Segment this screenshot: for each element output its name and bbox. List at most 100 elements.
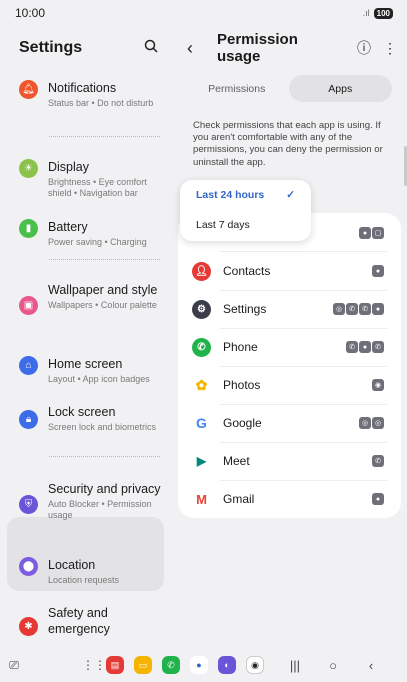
permission-icons: ● — [372, 265, 384, 277]
app-drawer-icon[interactable]: ⋮⋮⋮ — [82, 658, 118, 672]
contacts-permission-icon: ● — [372, 303, 384, 315]
item-subtitle: Brightness • Eye comfort shield • Naviga… — [48, 177, 147, 198]
settings-item-notifications[interactable]: 🔔︎ Notifications Status bar • Do not dist… — [0, 80, 172, 136]
status-time: 10:00 — [15, 6, 46, 20]
contacts-icon: 👤︎ — [192, 261, 211, 281]
item-subtitle: Wallpapers • Colour palette — [48, 300, 157, 310]
phone-permission-icon: ✆ — [346, 303, 358, 315]
location-permission-icon: ◎ — [372, 417, 384, 429]
camera-icon: ▢ — [372, 227, 384, 239]
dock-app-notes-icon[interactable]: ▤ — [106, 656, 124, 674]
dock-app-phone-icon[interactable]: ✆ — [162, 656, 180, 674]
battery-badge: 100 — [373, 7, 393, 19]
item-title: Display — [48, 160, 89, 174]
permission-icons: ✆ ● ✆ — [346, 341, 384, 353]
app-name: Google — [223, 416, 262, 430]
dock-app-camera-icon[interactable]: ◉ — [246, 656, 264, 674]
permission-icons: ● — [372, 493, 384, 505]
lock-icon: 🔒︎ — [19, 410, 38, 429]
permission-icons: ✆ — [372, 455, 384, 467]
settings-item-display[interactable]: ☀ Display Brightness • Eye comfort shield… — [0, 159, 172, 219]
nearby-devices-icon: ◉ — [372, 379, 384, 391]
settings-pane: Settings 🔔︎ Notifications Status bar • Do… — [0, 26, 172, 648]
contacts-permission-icon: ● — [372, 265, 384, 277]
description-text: Check permissions that each app is using… — [193, 120, 383, 168]
recents-icon[interactable]: ||| — [288, 658, 302, 673]
app-row-phone[interactable]: ✆ Phone ✆ ● ✆ — [178, 328, 401, 366]
page-title: Permission usage — [217, 31, 298, 65]
screenshot-icon[interactable]: ⎚ — [0, 658, 28, 673]
phone-permission-icon: ✆ — [372, 341, 384, 353]
view-tabs: Permissions Apps — [185, 75, 392, 102]
check-icon: ✓ — [286, 189, 295, 201]
item-subtitle: Screen lock and biometrics — [48, 422, 157, 432]
item-title: Battery — [48, 220, 88, 234]
permission-usage-pane: ‹ Permission usage ⓘ ⋮ Permissions Apps … — [177, 26, 407, 648]
settings-item-wallpaper[interactable]: ▣ Wallpaper and style Wallpapers • Colour… — [0, 282, 172, 356]
bell-icon: 🔔︎ — [19, 80, 38, 99]
gmail-icon: M — [192, 489, 211, 509]
photos-icon: ✿ — [192, 375, 211, 395]
home-icon: ⌂ — [19, 356, 38, 375]
option-last-7-days[interactable]: Last 7 days — [180, 210, 311, 240]
calls-permission-icon: ✆ — [359, 303, 371, 315]
permission-icons: ● ▢ — [359, 227, 384, 239]
item-subtitle: Layout • App icon badges — [48, 374, 150, 384]
back-arrow-icon[interactable]: ‹ — [187, 38, 209, 59]
settings-item-location[interactable]: ⬤ Location Location requests — [0, 557, 172, 605]
app-row-settings[interactable]: ⚙ Settings ◎ ✆ ✆ ● — [178, 290, 401, 328]
meet-icon: ▶ — [192, 451, 211, 471]
dock-app-messages-icon[interactable]: ● — [190, 656, 208, 674]
app-row-gmail[interactable]: M Gmail ● — [178, 480, 401, 518]
emergency-icon: ✱ — [19, 617, 38, 636]
signal-icon: .ıl — [362, 8, 370, 18]
app-row-google[interactable]: G Google ◎ ◎ — [178, 404, 401, 442]
calls-permission-icon: ✆ — [346, 341, 358, 353]
settings-item-safety[interactable]: ✱ Safety and emergency — [0, 605, 172, 645]
phone-icon: ✆ — [192, 337, 211, 357]
item-subtitle: Power saving • Charging — [48, 237, 147, 247]
app-row-photos[interactable]: ✿ Photos ◉ — [178, 366, 401, 404]
item-subtitle: Location requests — [48, 575, 120, 585]
settings-item-battery[interactable]: ▮ Battery Power saving • Charging — [0, 219, 172, 259]
status-right: .ıl 100 — [362, 7, 393, 19]
app-name: Photos — [223, 378, 261, 392]
time-range-dropdown: Last 24 hours ✓ Last 7 days — [180, 180, 311, 241]
shield-icon: ⛨ — [19, 495, 38, 514]
more-options-icon[interactable]: ⋮ — [383, 40, 397, 57]
settings-item-lock-screen[interactable]: 🔒︎ Lock screen Screen lock and biometrics — [0, 404, 172, 456]
app-name: Meet — [223, 454, 250, 468]
item-subtitle: Status bar • Do not disturb — [48, 98, 154, 108]
tab-permissions[interactable]: Permissions — [185, 75, 289, 102]
permission-icons: ◎ ◎ — [359, 417, 384, 429]
item-title: Security and privacy — [48, 482, 161, 496]
item-title: Notifications — [48, 81, 117, 95]
app-row-contacts[interactable]: 👤︎ Contacts ● — [178, 252, 401, 290]
tab-apps[interactable]: Apps — [288, 75, 392, 102]
permission-icons: ◎ ✆ ✆ ● — [333, 303, 384, 315]
app-name: Settings — [223, 302, 267, 316]
location-permission-icon: ◎ — [359, 417, 371, 429]
app-row-meet[interactable]: ▶ Meet ✆ — [178, 442, 401, 480]
item-title: Safety and emergency — [48, 606, 110, 636]
search-icon[interactable] — [144, 39, 158, 58]
status-bar: 10:00 .ıl 100 — [0, 0, 407, 26]
settings-gear-icon: ⚙ — [192, 299, 211, 319]
apps-card: ● ▢ 👤︎ Contacts ● ⚙ Settings ◎ ✆ ✆ ● ✆ Phone… — [178, 213, 401, 518]
dock-app-folder-icon[interactable]: ▭ — [134, 656, 152, 674]
location-icon: ⬤ — [19, 557, 38, 576]
divider — [49, 136, 160, 137]
permission-icons: ◉ — [372, 379, 384, 391]
contacts-permission-icon: ● — [359, 341, 371, 353]
settings-item-security[interactable]: ⛨ Security and privacy Auto Blocker • Per… — [0, 481, 172, 557]
info-icon[interactable]: ⓘ — [357, 38, 371, 58]
back-button-icon[interactable]: ‹ — [364, 658, 378, 673]
option-last-24-hours[interactable]: Last 24 hours ✓ — [180, 180, 311, 210]
taskbar: ⎚ ⋮⋮⋮ ▤ ▭ ✆ ● ◐ ◉ ||| ○ ‹ — [0, 648, 407, 682]
divider — [49, 259, 160, 260]
battery-icon: ▮ — [19, 219, 38, 238]
home-button-icon[interactable]: ○ — [326, 658, 340, 673]
settings-item-home-screen[interactable]: ⌂ Home screen Layout • App icon badges — [0, 356, 172, 404]
dock-app-browser-icon[interactable]: ◐ — [218, 656, 236, 674]
phone-permission-icon: ✆ — [372, 455, 384, 467]
